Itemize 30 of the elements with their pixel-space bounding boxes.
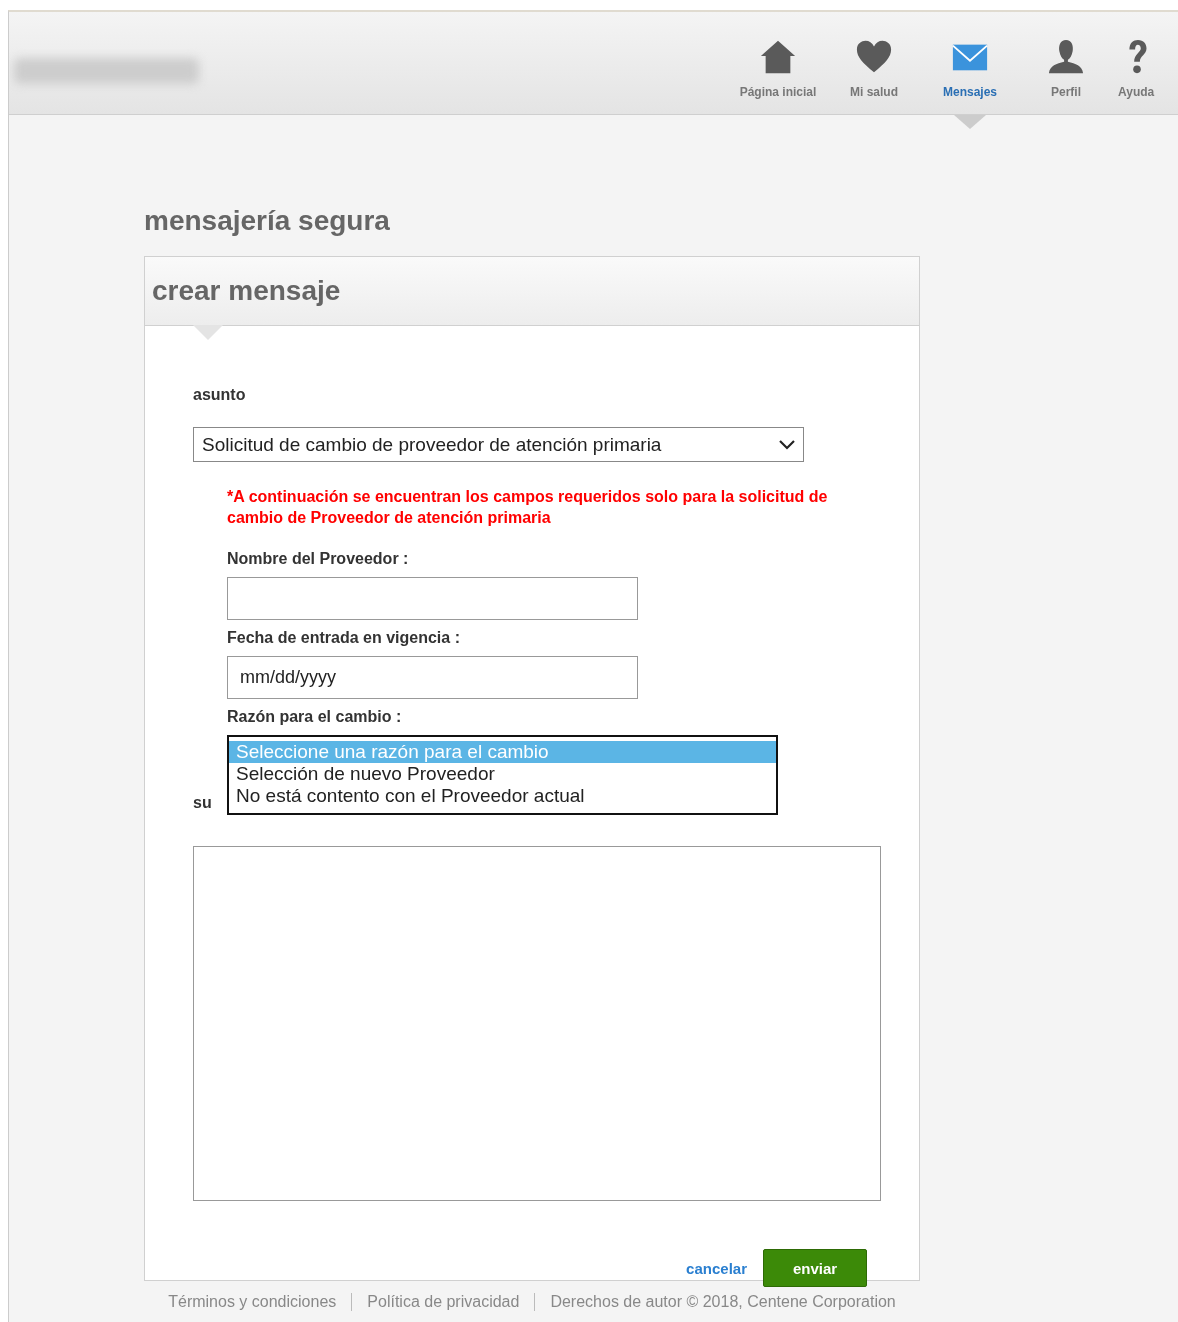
- listbox-option[interactable]: Selección de nuevo Proveedor: [229, 763, 776, 785]
- person-icon: [1047, 38, 1085, 76]
- field-label: Razón para el cambio :: [227, 708, 403, 726]
- field-label: su: [193, 794, 212, 812]
- reason-dropdown-menu[interactable]: Seleccione una razón para el cambio Selección de nuevo Proveedor No está contento con el Proveedor actual: [227, 735, 778, 815]
- nav-item[interactable]: Perfil: [1018, 38, 1114, 99]
- footer-link[interactable]: Política de privacidad: [367, 1293, 520, 1311]
- date-field[interactable]: mm/dd/yyyy: [227, 656, 638, 699]
- house-icon: [759, 38, 797, 76]
- nav-item[interactable]: Página inicial: [730, 38, 826, 99]
- listbox-option[interactable]: No está contento con el Proveedor actual: [229, 785, 776, 807]
- notch-icon: [193, 325, 223, 340]
- listbox-option[interactable]: Seleccione una razón para el cambio: [229, 741, 776, 763]
- footer-link[interactable]: Derechos de autor © 2018, Centene Corporation: [550, 1293, 896, 1311]
- required-note: *A continuación se encuentran los campos requeridos solo para la solicitud de cambio de Proveedor de atención primaria: [227, 487, 829, 528]
- message-field[interactable]: [193, 846, 881, 1201]
- page-title: mensajería segura: [144, 205, 391, 237]
- field-label: Fecha de entrada en vigencia :: [227, 629, 461, 647]
- nav-item[interactable]: Ayuda: [1114, 38, 1178, 99]
- nav-item[interactable]: Mi salud: [826, 38, 922, 99]
- nav-item[interactable]: Mensajes: [922, 38, 1018, 99]
- card-title: crear mensaje: [152, 275, 341, 307]
- field-label: asunto: [193, 386, 247, 404]
- provider-name-field[interactable]: [227, 577, 638, 620]
- footer-link[interactable]: Términos y condiciones: [168, 1293, 337, 1311]
- subject-dropdown[interactable]: Solicitud de cambio de proveedor de atención primaria: [193, 427, 804, 462]
- send-button[interactable]: enviar: [763, 1249, 867, 1287]
- field-label: Nombre del Proveedor :: [227, 550, 410, 568]
- cancel-link[interactable]: cancelar: [686, 1259, 747, 1277]
- chevron-icon: [779, 439, 795, 450]
